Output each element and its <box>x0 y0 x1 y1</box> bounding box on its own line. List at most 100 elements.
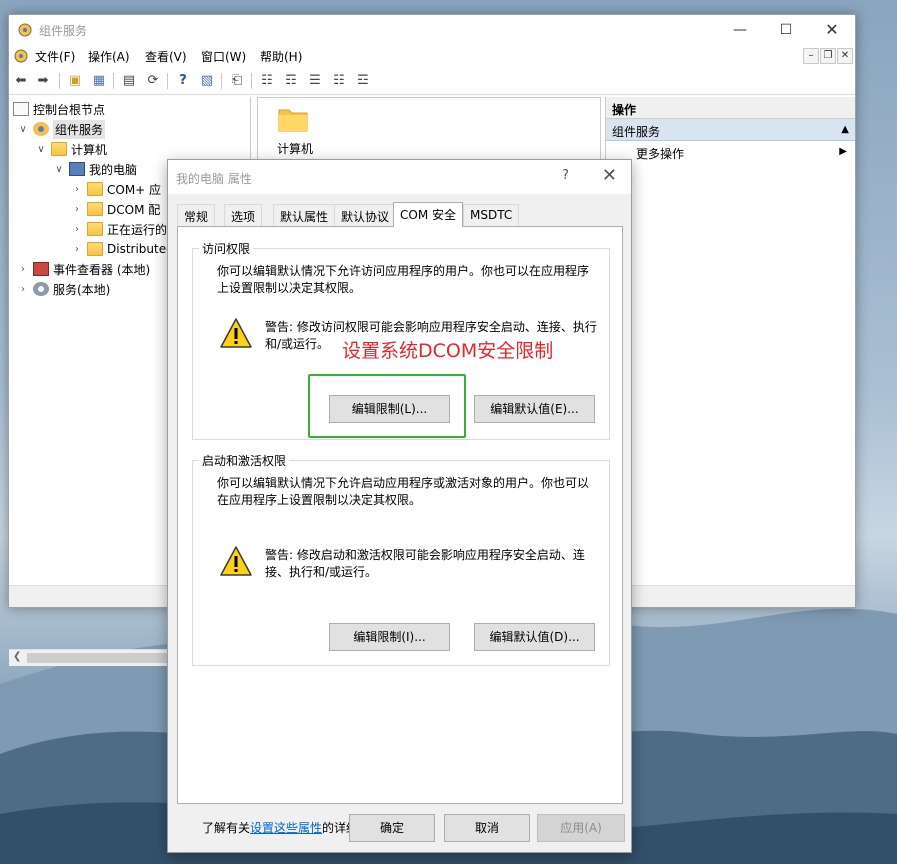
expand-icon[interactable]: › <box>71 244 83 255</box>
actions-section-label: 组件服务 <box>612 125 661 139</box>
help-button[interactable]: ? <box>562 168 569 183</box>
forward-arrow-icon[interactable]: ➡ <box>33 71 53 91</box>
access-permissions-description: 你可以编辑默认情况下允许访问应用程序的用户。你也可以在应用程序上设置限制以决定其… <box>217 264 590 295</box>
minimize-button[interactable]: — <box>717 15 763 45</box>
help-icon[interactable]: ? <box>173 71 193 91</box>
close-button[interactable]: ✕ <box>809 15 855 45</box>
list-view-icon[interactable]: ☰ <box>305 71 325 91</box>
com-security-panel: 访问权限 你可以编辑默认情况下允许访问应用程序的用户。你也可以在应用程序上设置限… <box>177 226 623 835</box>
collapse-triangle-icon[interactable]: ▲ <box>841 124 849 135</box>
menu-help[interactable]: 帮助(H) <box>260 48 302 65</box>
console-root-icon <box>13 102 29 116</box>
folder-icon <box>87 222 103 236</box>
tab-default-protocols[interactable]: 默认协议 <box>334 204 397 226</box>
show-hide-tree-icon[interactable]: ▦ <box>89 71 109 91</box>
apply-button[interactable]: 应用(A) <box>537 814 625 842</box>
show-action-pane-icon[interactable]: ▧ <box>197 71 217 91</box>
tree-item-console-root[interactable]: 控制台根节点 <box>13 99 105 119</box>
learn-more-prefix: 了解有关 <box>202 821 251 835</box>
status-view-icon[interactable]: ☲ <box>353 71 373 91</box>
export-list-icon[interactable]: ⎗ <box>227 71 247 91</box>
tab-default-properties[interactable]: 默认属性 <box>273 204 336 226</box>
more-actions-item[interactable]: 更多操作 ▶ <box>606 141 855 163</box>
dialog-title: 我的电脑 属性 <box>176 172 252 186</box>
cancel-button[interactable]: 取消 <box>444 814 530 842</box>
component-services-icon <box>33 122 49 136</box>
actions-section-component-services[interactable]: 组件服务 ▲ <box>606 119 855 141</box>
tree-item-label: 计算机 <box>71 142 108 157</box>
refresh-icon[interactable]: ⟳ <box>143 71 163 91</box>
my-computer-properties-dialog: 我的电脑 属性 ? ✕ 常规 选项 默认属性 默认协议 COM 安全 MSDTC… <box>167 159 632 853</box>
collapse-icon[interactable]: ∨ <box>35 144 47 155</box>
tree-item-event-viewer[interactable]: › 事件查看器 (本地) <box>17 259 150 279</box>
mdi-close-button[interactable]: ✕ <box>837 48 853 64</box>
tree-item-services[interactable]: › 服务(本地) <box>17 279 110 299</box>
detail-view-icon[interactable]: ☷ <box>329 71 349 91</box>
scroll-thumb[interactable] <box>27 653 167 663</box>
tree-item-computers[interactable]: ∨ 计算机 <box>35 139 107 159</box>
toolbar-separator <box>59 73 60 89</box>
settings-help-link[interactable]: 设置这些属性 <box>250 821 322 835</box>
launch-activation-permissions-group: 启动和激活权限 你可以编辑默认情况下允许启动应用程序或激活对象的用户。你也可以在… <box>192 452 610 666</box>
dialog-close-button[interactable]: ✕ <box>602 165 617 186</box>
launch-edit-default-button[interactable]: 编辑默认值(D)... <box>474 623 595 651</box>
expand-icon[interactable]: › <box>71 204 83 215</box>
gear-icon <box>33 282 49 296</box>
large-icons-icon[interactable]: ☷ <box>257 71 277 91</box>
scroll-left-icon[interactable]: ❮ <box>13 651 21 662</box>
access-edit-default-button[interactable]: 编辑默认值(E)... <box>474 395 595 423</box>
tree-item-my-computer[interactable]: ∨ 我的电脑 <box>53 159 137 179</box>
tree-item-component-services[interactable]: ∨ 组件服务 <box>17 119 106 139</box>
up-folder-icon[interactable]: ▣ <box>65 71 85 91</box>
launch-activation-warning: 警告: 修改启动和激活权限可能会影响应用程序安全启动、连接、执行和/或运行。 <box>265 548 585 579</box>
tab-msdtc[interactable]: MSDTC <box>463 204 520 226</box>
system-menu-icon[interactable] <box>13 48 29 64</box>
menu-view[interactable]: 查看(V) <box>145 48 187 65</box>
tree-item-label: Distributed <box>107 242 174 256</box>
ok-button[interactable]: 确定 <box>349 814 435 842</box>
tree-item-dcom-config[interactable]: › DCOM 配 <box>71 199 160 219</box>
dialog-title-bar: 我的电脑 属性 ? ✕ <box>168 160 631 194</box>
toolbar: ⬅ ➡ ▣ ▦ ▤ ⟳ ? ▧ ⎗ ☷ ☶ ☰ ☷ ☲ <box>9 67 855 95</box>
launch-activation-title: 启动和激活权限 <box>199 452 290 469</box>
tree-item-label: 事件查看器 (本地) <box>53 262 151 277</box>
collapse-icon[interactable]: ∨ <box>53 164 65 175</box>
menu-action[interactable]: 操作(A) <box>88 48 130 65</box>
tab-options[interactable]: 选项 <box>224 204 263 226</box>
small-icons-icon[interactable]: ☶ <box>281 71 301 91</box>
mdi-minimize-button[interactable]: – <box>803 48 819 64</box>
tree-item-label: 服务(本地) <box>53 282 111 297</box>
menu-bar: 文件(F) 操作(A) 查看(V) 窗口(W) 帮助(H) <box>9 45 855 67</box>
expand-icon[interactable]: › <box>17 284 29 295</box>
tree-item-distributed[interactable]: › Distributed <box>71 239 174 259</box>
event-viewer-icon <box>33 262 49 276</box>
submenu-arrow-icon: ▶ <box>839 146 847 157</box>
folder-icon <box>87 202 103 216</box>
folder-icon[interactable] <box>278 106 308 132</box>
mdi-restore-button[interactable]: ❐ <box>820 48 836 64</box>
expand-icon[interactable]: › <box>17 264 29 275</box>
tree-item-label: 组件服务 <box>53 119 106 139</box>
tree-item-running-processes[interactable]: › 正在运行的 <box>71 219 167 239</box>
launch-activation-description: 你可以编辑默认情况下允许启动应用程序或激活对象的用户。你也可以在应用程序上设置限… <box>217 476 590 507</box>
maximize-button[interactable]: ☐ <box>763 15 809 45</box>
toolbar-separator <box>113 73 114 89</box>
warning-icon <box>220 318 252 348</box>
properties-icon[interactable]: ▤ <box>119 71 139 91</box>
back-arrow-icon[interactable]: ⬅ <box>11 71 31 91</box>
mdi-controls: – ❐ ✕ <box>803 48 853 64</box>
menu-window[interactable]: 窗口(W) <box>201 48 246 65</box>
expand-icon[interactable]: › <box>71 184 83 195</box>
tree-item-com-applications[interactable]: › COM+ 应 <box>71 179 161 199</box>
warning-icon <box>220 546 252 576</box>
launch-edit-limits-button[interactable]: 编辑限制(I)... <box>329 623 450 651</box>
collapse-icon[interactable]: ∨ <box>17 124 29 135</box>
tab-com-security[interactable]: COM 安全 <box>393 202 463 227</box>
menu-file[interactable]: 文件(F) <box>35 48 75 65</box>
folder-icon <box>87 182 103 196</box>
computer-folder-label[interactable]: 计算机 <box>277 140 313 157</box>
tree-item-label: 控制台根节点 <box>33 102 106 117</box>
highlight-box <box>308 374 466 438</box>
expand-icon[interactable]: › <box>71 224 83 235</box>
tab-general[interactable]: 常规 <box>177 204 216 226</box>
